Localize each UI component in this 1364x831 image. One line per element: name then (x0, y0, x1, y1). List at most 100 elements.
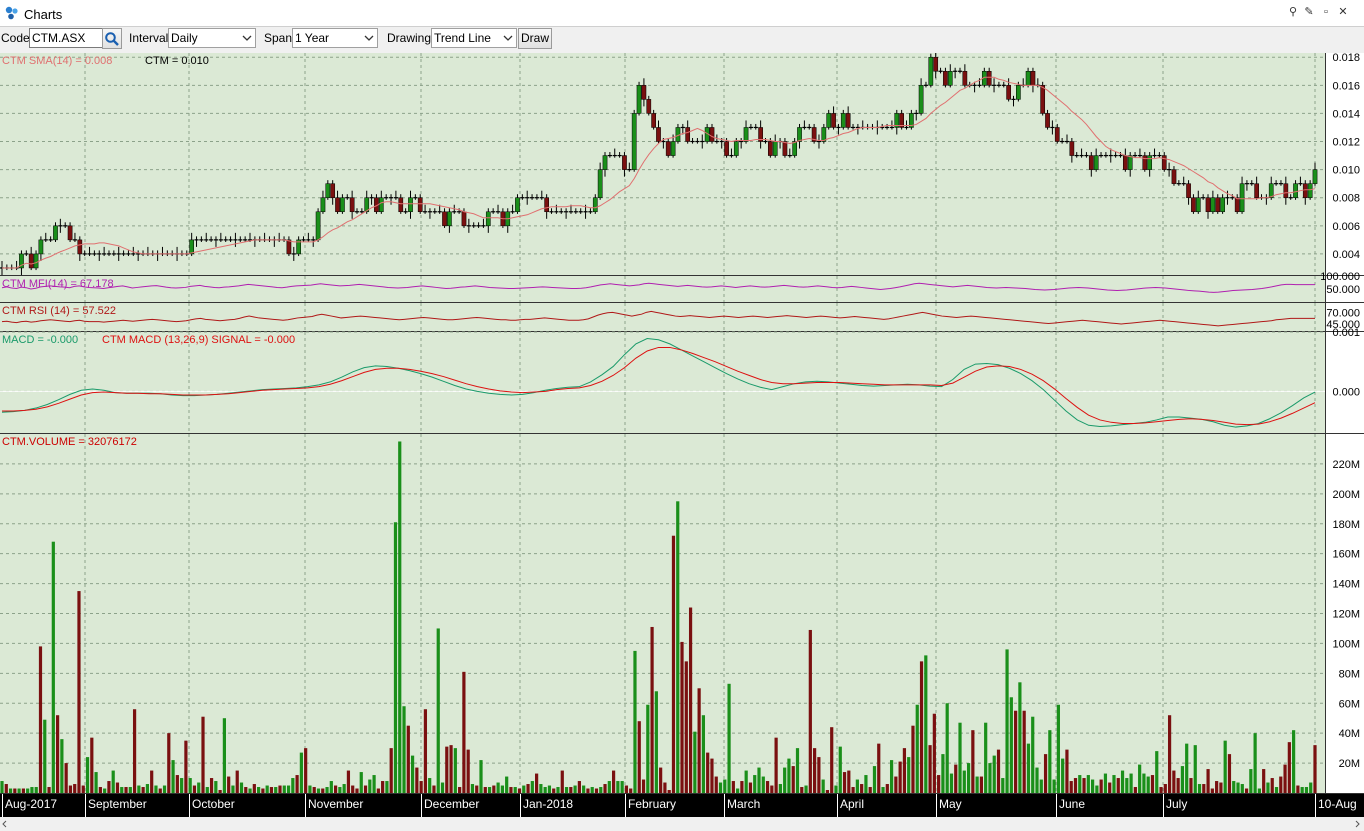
drawing-select-value: Trend Line (434, 31, 491, 45)
volume-bar-36 (154, 785, 158, 793)
price-candle-224 (1088, 155, 1094, 170)
volume-bar-82 (351, 785, 355, 793)
search-button[interactable] (102, 28, 122, 49)
panel-0-y-tick-5: 0.008 (1332, 193, 1360, 205)
volume-bar-114 (487, 787, 492, 793)
volume-bar-136 (582, 785, 586, 793)
volume-bar-147 (629, 788, 633, 793)
volume-bar-216 (924, 655, 928, 793)
price-candle-198 (962, 71, 968, 86)
volume-bar-244 (1043, 754, 1048, 793)
signal-legend: CTM MACD (13,26,9) SIGNAL = -0.000 (102, 334, 295, 346)
volume-bar-222 (949, 773, 954, 793)
volume-bar-232 (992, 755, 996, 793)
volume-bar-126 (539, 784, 543, 793)
span-select[interactable]: 1 Year (292, 28, 378, 48)
horizontal-scrollbar[interactable] (0, 817, 1364, 828)
volume-bar-270 (1155, 751, 1159, 793)
volume-bar-214 (915, 704, 919, 793)
volume-bar-151 (646, 704, 650, 793)
price-candle-231 (1122, 155, 1128, 170)
volume-bar-21 (90, 737, 94, 793)
volume-bar-174 (744, 770, 748, 793)
price-candle-78 (378, 197, 384, 213)
volume-bar-11 (47, 787, 51, 793)
volume-bar-224 (958, 722, 962, 793)
volume-bar-173 (740, 781, 744, 793)
volume-bar-280 (1197, 784, 1202, 793)
volume-bar-20 (85, 757, 90, 793)
restore-icon[interactable]: ▫ (1319, 4, 1333, 20)
title-bar: Charts ⚲ ✎ ▫ ✕ (0, 0, 1364, 27)
volume-bar-150 (641, 779, 646, 793)
volume-bar-177 (757, 767, 761, 793)
price-candle-244 (1186, 183, 1191, 198)
interval-select[interactable]: Daily (168, 28, 256, 48)
code-label: Code (1, 31, 30, 45)
volume-bar-158 (676, 501, 680, 793)
chart-area[interactable]: 0.018 0.016 0.014 0.012 0.010 0.008 0.006 0.004… (0, 53, 1364, 817)
panel-4-y-tick-10: 20M (1339, 758, 1360, 770)
volume-bar-69 (295, 775, 299, 793)
volume-bar-74 (316, 788, 321, 793)
volume-bar-152 (650, 626, 654, 793)
volume-bar-15 (64, 763, 68, 793)
volume-bar-247 (1056, 704, 1060, 793)
volume-bar-46 (197, 782, 201, 793)
stock-chart[interactable]: 0.018 0.016 0.014 0.012 0.010 0.008 0.006 0.004… (0, 53, 1364, 817)
close-icon[interactable]: ✕ (1336, 4, 1350, 20)
panel-3-y-tick-1: 0.000 (1332, 386, 1360, 398)
price-candle-171 (831, 113, 836, 128)
volume-bar-300 (1283, 764, 1287, 793)
price-candle-207 (1006, 85, 1011, 100)
pin-icon[interactable]: ⚲ (1286, 4, 1300, 20)
x-tick-label-10: June (1059, 797, 1085, 811)
price-candle-70 (340, 197, 345, 213)
volume-bar-124 (530, 781, 534, 793)
volume-bar-301 (1287, 742, 1291, 793)
price-candle-130 (631, 113, 637, 170)
price-candle-123 (597, 169, 603, 198)
x-tick-label-4: December (424, 797, 479, 811)
volume-bar-210 (898, 761, 902, 793)
panel-2-y-tick-0: 70.000 (1326, 307, 1360, 319)
volume-bar-38 (162, 785, 167, 793)
volume-bar-307 (1313, 745, 1317, 793)
volume-bar-304 (1300, 787, 1304, 793)
volume-bar-278 (1189, 778, 1193, 793)
volume-bar-59 (252, 784, 256, 793)
price-candle-69 (335, 197, 340, 213)
settings-icon[interactable]: ✎ (1302, 4, 1316, 20)
price-candle-72 (349, 197, 355, 213)
volume-bar-30 (128, 787, 132, 793)
mfi-legend: CTM MFI(14) = 67.178 (2, 278, 114, 290)
volume-bar-127 (543, 787, 547, 793)
volume-bar-61 (261, 788, 265, 793)
volume-bar-264 (1129, 773, 1133, 793)
price-candle-163 (792, 141, 798, 156)
code-input[interactable]: CTM.ASX (29, 28, 103, 48)
volume-bar-168 (718, 782, 723, 793)
scroll-right-icon (1355, 820, 1360, 828)
volume-bar-106 (453, 748, 457, 793)
volume-bar-226 (966, 763, 971, 793)
volume-bar-234 (1001, 778, 1005, 793)
price-candle-91 (442, 211, 447, 227)
drawing-select[interactable]: Trend Line (431, 28, 517, 48)
volume-bar-23 (98, 787, 102, 793)
volume-bar-252 (1078, 775, 1082, 793)
volume-bar-263 (1125, 778, 1129, 793)
volume-bar-286 (1223, 740, 1227, 793)
volume-bar-229 (979, 776, 984, 793)
price-candle-211 (1025, 71, 1031, 86)
volume-bar-134 (573, 785, 577, 793)
volume-bar-289 (1236, 782, 1240, 793)
volume-bar-299 (1279, 776, 1283, 793)
draw-button[interactable]: Draw (518, 28, 552, 49)
price-candle-235 (1142, 155, 1148, 170)
volume-bar-14 (60, 739, 64, 793)
x-tick-label-7: March (727, 797, 760, 811)
price-candle-14 (67, 225, 73, 241)
volume-bar-268 (1146, 776, 1150, 793)
volume-bar-260 (1112, 775, 1116, 793)
